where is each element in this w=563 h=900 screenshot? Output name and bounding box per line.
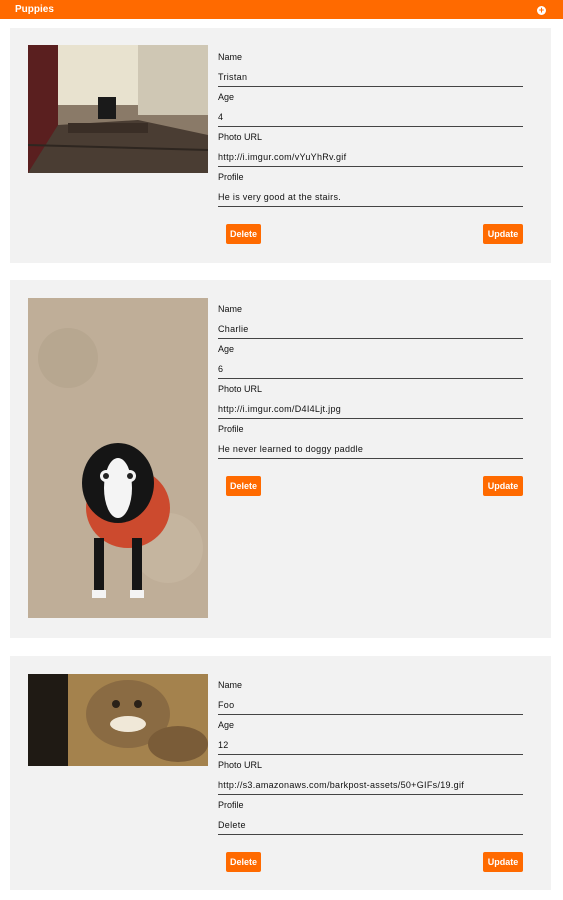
name-label: Name: [218, 304, 243, 314]
photo-url-value: http://i.imgur.com/D4I4Ljt.jpg: [218, 404, 342, 414]
photo-url-value: http://i.imgur.com/vYuYhRv.gif: [218, 152, 347, 162]
plus-circle-icon[interactable]: +: [537, 6, 546, 15]
photo-url-label: Photo URL: [218, 384, 263, 394]
age-label: Age: [218, 720, 235, 730]
profile-field[interactable]: He never learned to doggy paddle: [218, 442, 523, 459]
puppy-photo: [28, 674, 208, 766]
puppy-card: Name Tristan Age 4 Photo URL http://i.im…: [10, 28, 551, 263]
profile-value: He is very good at the stairs.: [218, 192, 342, 202]
photo-url-label: Photo URL: [218, 760, 263, 770]
age-value: 4: [218, 112, 224, 122]
name-value: Foo: [218, 700, 235, 710]
app-title: Puppies: [15, 4, 54, 15]
name-field[interactable]: Charlie: [218, 322, 523, 339]
delete-button[interactable]: Delete: [226, 852, 261, 872]
age-field[interactable]: 4: [218, 110, 523, 127]
name-value: Charlie: [218, 324, 249, 334]
delete-button[interactable]: Delete: [226, 224, 261, 244]
age-field[interactable]: 12: [218, 738, 523, 755]
profile-label: Profile: [218, 424, 244, 434]
profile-field[interactable]: Delete: [218, 818, 523, 835]
update-button[interactable]: Update: [483, 852, 523, 872]
puppy-card: Name Foo Age 12 Photo URL http://s3.amaz…: [10, 656, 551, 890]
photo-url-value: http://s3.amazonaws.com/barkpost-assets/…: [218, 780, 465, 790]
update-button[interactable]: Update: [483, 224, 523, 244]
puppy-card: Name Charlie Age 6 Photo URL http://i.im…: [10, 280, 551, 638]
update-button[interactable]: Update: [483, 476, 523, 496]
puppy-photo: [28, 298, 208, 618]
photo-url-field[interactable]: http://i.imgur.com/vYuYhRv.gif: [218, 150, 523, 167]
delete-button[interactable]: Delete: [226, 476, 261, 496]
profile-field[interactable]: He is very good at the stairs.: [218, 190, 523, 207]
age-label: Age: [218, 92, 235, 102]
photo-url-label: Photo URL: [218, 132, 263, 142]
age-field[interactable]: 6: [218, 362, 523, 379]
app-header: Puppies +: [0, 0, 563, 19]
name-label: Name: [218, 52, 243, 62]
profile-label: Profile: [218, 172, 244, 182]
profile-value: He never learned to doggy paddle: [218, 444, 364, 454]
name-field[interactable]: Tristan: [218, 70, 523, 87]
profile-label: Profile: [218, 800, 244, 810]
age-value: 6: [218, 364, 224, 374]
profile-value: Delete: [218, 820, 246, 830]
photo-url-field[interactable]: http://s3.amazonaws.com/barkpost-assets/…: [218, 778, 523, 795]
name-label: Name: [218, 680, 243, 690]
age-value: 12: [218, 740, 229, 750]
photo-url-field[interactable]: http://i.imgur.com/D4I4Ljt.jpg: [218, 402, 523, 419]
name-field[interactable]: Foo: [218, 698, 523, 715]
age-label: Age: [218, 344, 235, 354]
puppy-photo: [28, 45, 208, 173]
name-value: Tristan: [218, 72, 248, 82]
